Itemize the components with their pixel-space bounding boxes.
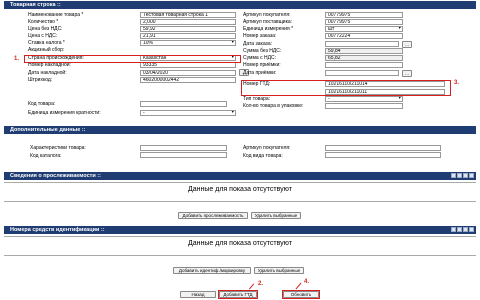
annotation-1: 1.	[14, 56, 20, 62]
id-numbers-empty-message: Данные для показа отсутствуют	[188, 240, 292, 247]
buyer-article-input[interactable]	[325, 145, 441, 151]
section-title: Номера средств идентификации ::	[10, 227, 105, 233]
tax-rate-label: Ставка налога *	[28, 40, 65, 46]
barcode-label: Штрихкод:	[28, 77, 53, 83]
goods-type-input[interactable]: -	[325, 96, 403, 102]
annotation-2: 2.	[258, 281, 264, 287]
order-date-label: Дата заказа:	[243, 41, 273, 47]
sum-with-vat-input[interactable]: 65,82	[325, 55, 403, 61]
sum-no-vat-label: Сумма без НДС:	[243, 48, 282, 54]
section-header-additional[interactable]: Дополнительные данные ::	[4, 126, 476, 134]
product-name-label: Наименование товара *	[28, 12, 84, 18]
price-with-vat-input[interactable]: 21,91	[140, 33, 236, 39]
goods-type-label: Тип товара:	[243, 96, 271, 102]
annotation-4: 4.	[304, 279, 310, 285]
settings-icon[interactable]	[463, 227, 468, 232]
section-title: Товарная строка ::	[10, 2, 61, 8]
acceptance-number-input[interactable]	[325, 62, 403, 68]
product-code-input[interactable]	[140, 101, 227, 107]
tax-rate-input[interactable]: 10%	[140, 40, 236, 46]
filter-icon[interactable]	[457, 227, 462, 232]
highlight-add-gtd	[218, 290, 258, 299]
supplier-article-label: Артикул поставщика:	[243, 19, 293, 25]
goods-kind-input[interactable]	[325, 152, 441, 158]
delete-identifier-button[interactable]: Удалить выбранные	[254, 267, 304, 274]
annotation-3: 3.	[454, 80, 460, 86]
highlight-country	[24, 55, 241, 63]
multiplicity-unit-label: Единица измерения кратности:	[28, 110, 101, 116]
arrow-2-line	[248, 283, 255, 290]
add-identifier-button[interactable]: Добавить идентиф./маркировку	[173, 267, 251, 274]
buyer-article-label: Артикул покупателя:	[243, 145, 291, 151]
order-number-label: Номер заказа:	[243, 33, 277, 39]
section-title: Сведения о прослеживаемости ::	[10, 173, 101, 179]
section-header-id-numbers[interactable]: Номера средств идентификации ::	[4, 226, 476, 234]
price-with-vat-label: Цена с НДС:	[28, 33, 58, 39]
invoice-date-input[interactable]: 03/04/2020	[140, 70, 236, 76]
back-button[interactable]: Назад	[180, 291, 216, 298]
excise-label: Акцизный сбор:	[28, 47, 65, 53]
supplier-article-input[interactable]: 00779975	[325, 19, 403, 25]
acceptance-date-label: Дата приёмки:	[243, 70, 277, 76]
characteristics-label: Характеристики товара:	[30, 145, 86, 151]
price-no-vat-input[interactable]: 59,92	[140, 26, 236, 32]
filter-icon[interactable]	[457, 173, 462, 178]
buyer-article-label: Артикул покупателя:	[243, 12, 291, 18]
pack-quantity-label: Кол-во товара в упаковке:	[243, 103, 304, 109]
invoice-date-label: Дата накладной:	[28, 70, 67, 76]
goods-kind-label: Код вида товара:	[243, 153, 283, 159]
section-tools	[451, 227, 474, 232]
close-icon[interactable]	[469, 173, 474, 178]
quantity-label: Количество *	[28, 19, 59, 25]
arrow-4-line	[295, 282, 302, 290]
sum-with-vat-label: Сумма с НДС:	[243, 55, 276, 61]
refresh-icon[interactable]	[451, 227, 456, 232]
add-tracking-button[interactable]: Добавить прослеживаемость	[178, 212, 248, 219]
section-tools	[451, 173, 474, 178]
refresh-icon[interactable]	[451, 173, 456, 178]
price-no-vat-label: Цена без НДС:	[28, 26, 63, 32]
calendar-icon[interactable]: …	[402, 41, 412, 48]
acceptance-number-label: Номер приёмки:	[243, 62, 281, 68]
catalog-code-input[interactable]	[140, 152, 227, 158]
barcode-input[interactable]: 4602000002442	[140, 77, 236, 83]
product-code-label: Код товара:	[28, 101, 56, 107]
order-number-input[interactable]: 00772224	[325, 33, 403, 39]
section-header-tracking[interactable]: Сведения о прослеживаемости ::	[4, 172, 476, 180]
product-name-input[interactable]: Тестовая товарная строка 1	[140, 12, 236, 18]
catalog-code-label: Код каталога:	[30, 153, 62, 159]
sum-no-vat-input[interactable]: 59,84	[325, 48, 403, 54]
settings-icon[interactable]	[463, 173, 468, 178]
buyer-article-input[interactable]: 00779975	[325, 12, 403, 18]
quantity-input[interactable]: 2,000	[140, 19, 236, 25]
close-icon[interactable]	[469, 227, 474, 232]
pack-quantity-input[interactable]	[325, 103, 403, 109]
delete-tracking-button[interactable]: Удалить выбранные	[251, 212, 301, 219]
highlight-gtd	[241, 80, 451, 96]
characteristics-input[interactable]	[140, 145, 227, 151]
acceptance-date-input[interactable]	[325, 70, 399, 76]
section-header-goods-row[interactable]: Товарная строка ::	[4, 1, 476, 9]
tracking-empty-message: Данные для показа отсутствуют	[188, 186, 292, 193]
multiplicity-unit-input[interactable]: -	[140, 110, 236, 116]
section-title: Дополнительные данные ::	[10, 127, 86, 133]
unit-input[interactable]: шт	[325, 26, 403, 32]
calendar-icon[interactable]: …	[402, 70, 412, 77]
unit-label: Единица измерения *	[243, 26, 294, 32]
order-date-input[interactable]	[325, 41, 399, 47]
highlight-update	[282, 290, 320, 299]
